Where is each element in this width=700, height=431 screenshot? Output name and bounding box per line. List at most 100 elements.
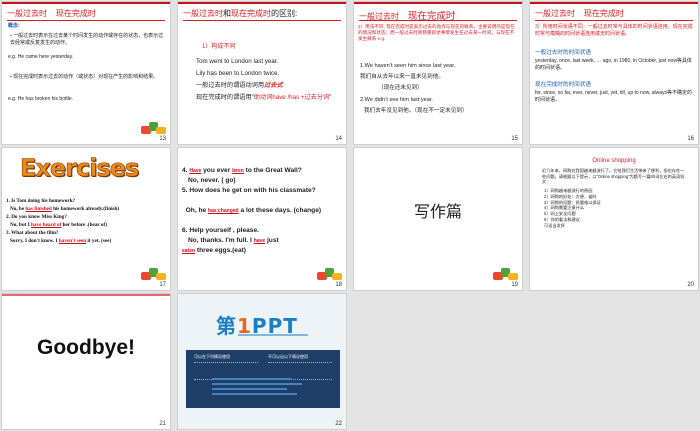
question-1: 1. Is Tom doing his homework? [6, 198, 76, 204]
slide-decoration [141, 122, 167, 136]
slide-decoration [317, 268, 343, 282]
column-heading-not-allowed: 不可以出以下情况使用 [268, 354, 308, 359]
answer-text: No, he [10, 206, 25, 212]
exercise-text: you ever [203, 167, 231, 174]
slide-thumbnail-20[interactable]: Online shopping 近几年来，网购在我国越来越流行了。它给我们生活带… [529, 147, 699, 291]
time-adverbial-rule: 3）所用时间状语不同：一般过去时常与具体的时间状语连用，现在完成时常与模糊的时间… [535, 24, 693, 37]
slide-thumbnail-16[interactable]: 一般过去时 现在完成时 3）所用时间状语不同：一般过去时常与具体的时间状语连用，… [529, 1, 699, 145]
answer-blank: has changed [208, 208, 239, 214]
exercises-heading: Exercises [20, 154, 140, 183]
usage-difference: 2）用法不同: 现在完成时是表示过去的动作与现在的联系，主要说明的是现在的情况和… [358, 24, 515, 41]
slide-title: 一般过去时和现在完成时的区别: [183, 8, 297, 19]
rule-simple-past: 一般过去时的谓语动词用过去式 [196, 81, 283, 90]
slide-decoration [493, 268, 519, 282]
slide-number: 14 [335, 136, 342, 142]
exercise-4: 4. Have you ever been to the Great Wall? [182, 166, 302, 176]
present-perfect-adverbial-heading: 现在完成时的时间状语 [535, 82, 591, 88]
answer-blank: have heard of [31, 222, 62, 228]
bullet-present-perfect: ▪ 现在完成时表示过去的动作（或状态）对现在产生的影响和结果。 [10, 74, 159, 80]
rule-present-perfect: 现在完成时的谓语用“助动词have /has +过去分词” [196, 93, 340, 102]
title-accent-bar [354, 2, 522, 4]
logo-char: 第 [216, 314, 237, 338]
question-2: 2. Do you know Miss King? [6, 214, 67, 220]
exercise-5: 5. How does he get on with his classmate… [182, 187, 316, 194]
answer-blank: been [232, 168, 244, 174]
slide-number: 19 [511, 282, 518, 288]
slide-decoration [141, 268, 167, 282]
example-line-2: Lily has been to London twice. [196, 70, 280, 77]
title-accent-bar [530, 2, 698, 4]
title-divider [535, 20, 693, 21]
exercise-6: 6. Help yourself , please. [182, 227, 259, 234]
slide-number: 18 [335, 282, 342, 288]
answer-text: her before .(hear of) [62, 222, 107, 228]
title-present-perfect: 现在完成时 [55, 9, 96, 18]
slide-number: 17 [159, 282, 166, 288]
title-divider [7, 20, 165, 21]
slide-number: 20 [687, 282, 694, 288]
exercise-text: 4. [182, 167, 188, 174]
slide-thumbnail-15[interactable]: 一般过去时 现在完成时 2）用法不同: 现在完成时是表示过去的动作与现在的联系，… [353, 1, 523, 145]
title-accent-bar [178, 2, 346, 4]
example-simple-past: e.g. He came here yesterday. [8, 54, 74, 60]
title-difference: 的区别: [271, 9, 298, 18]
logo-underline [238, 334, 308, 336]
slide-thumbnail-22[interactable]: 第1PPT 可以在下列情况使用 不可以出以下情况使用 22 [177, 293, 347, 430]
writing-note: 可适当发挥 [544, 222, 565, 228]
title-present-perfect: 现在完成时 [231, 9, 271, 18]
example-line-1: Tom went to London last year. [196, 58, 279, 65]
writing-topic-title: Online shopping [592, 158, 636, 164]
slide-title: 一般过去时 现在完成时 [535, 8, 624, 19]
bullet-text: 现在完成时表示过去的动作（或状态）对现在产生的影响和结果。 [13, 74, 159, 80]
answer-2: No, but I have heard of her before .(hea… [10, 222, 107, 229]
present-perfect-adverbials: for, since, so far, ever, never, just, y… [535, 90, 693, 103]
title-simple-past: 一般过去时 [535, 9, 575, 18]
title-accent-bar [2, 294, 170, 296]
slide-thumbnail-19[interactable]: 写作篇 19 [353, 147, 523, 291]
title-accent-bar [2, 2, 170, 4]
slide-number: 15 [511, 136, 518, 142]
slide-thumbnail-21[interactable]: Goodbye! 21 [1, 293, 171, 430]
point-heading: 1）构成不同 [202, 44, 236, 50]
exercise-text: Oh, he [185, 207, 207, 214]
title-and: 和 [223, 9, 231, 18]
example-2-translation: 我们去年没见到他。（现在不一定未见到） [364, 108, 468, 114]
title-present-perfect: 现在完成时 [583, 9, 624, 18]
slide-number: 13 [159, 136, 166, 142]
goodbye-heading: Goodbye! [37, 336, 135, 359]
exercise-6-answer-cont: eaten three eggs.(eat) [182, 246, 246, 256]
answer-3: Sorry, I don't know. I haven't seen it y… [10, 238, 111, 245]
writing-points-list: 1）网购越来越流行的原因 2）网购的好处：方便、省时 3）网购的问题：质量难以保… [544, 188, 601, 229]
answer-text: No, but I [10, 222, 30, 228]
title-simple-past: 一般过去时 [183, 9, 223, 18]
simple-past-adverbial-heading: 一般过去时的时间状语 [535, 50, 591, 56]
slide-thumbnail-13[interactable]: 一般过去时 现在完成时 概念: ▪ 一般过去时表示在过去某个时间发生的动作或存在… [1, 1, 171, 145]
answer-blank: haven't seen [58, 238, 87, 244]
exercise-text: to the Great Wall? [245, 167, 302, 174]
slide-thumbnail-14[interactable]: 一般过去时和现在完成时的区别: 1）构成不同 Tom went to Londo… [177, 1, 347, 145]
answer-blank: eaten [182, 248, 196, 254]
question-3: 3. What about the film? [6, 230, 59, 236]
answer-1: No, he has finished his homework already… [10, 206, 119, 213]
answer-text: Sorry, I don't know. I [10, 238, 58, 244]
rule-text: 现在完成时的谓语用“ [196, 94, 254, 101]
writing-prompt: 近几年来，网购在我国越来越流行了。它给我们生活带来了便利，但也存在一些问题。请根… [542, 168, 685, 185]
simple-past-adverbials: yesterday, once, last week, … ago, in 19… [535, 58, 692, 71]
example-1: 1.We haven’t seen him since last year. [360, 63, 456, 69]
rule-highlight: 助动词have /has +过去分词 [253, 94, 330, 101]
slide-thumbnail-18[interactable]: 4. Have you ever been to the Great Wall?… [177, 147, 347, 291]
title-divider [183, 20, 341, 21]
bullet-simple-past: ▪ 一般过去时表示在过去某个时间发生的动作或存在的状态，也表示过去经常或反复发生… [10, 33, 164, 46]
bullet-text: 一般过去时表示在过去某个时间发生的动作或存在的状态，也表示过去经常或反复发生的动… [10, 33, 164, 46]
title-divider [359, 20, 517, 21]
link-list [212, 378, 312, 400]
answer-text: his homework already.(finish) [53, 206, 120, 212]
column-heading-allowed: 可以在下列情况使用 [194, 354, 230, 359]
example-2: 2.We didn’t see him last year. [360, 97, 433, 103]
slide-thumbnail-17[interactable]: Exercises 1. Is Tom doing his homework? … [1, 147, 171, 291]
example-present-perfect: e.g. He has broken his bottle. [8, 96, 74, 102]
answer-text: it yet. (see) [87, 238, 112, 244]
exercise-text: just [266, 237, 279, 244]
example-1-note: （现在还未见到） [378, 85, 423, 91]
exercise-text: a lot these days. (change) [240, 207, 322, 214]
